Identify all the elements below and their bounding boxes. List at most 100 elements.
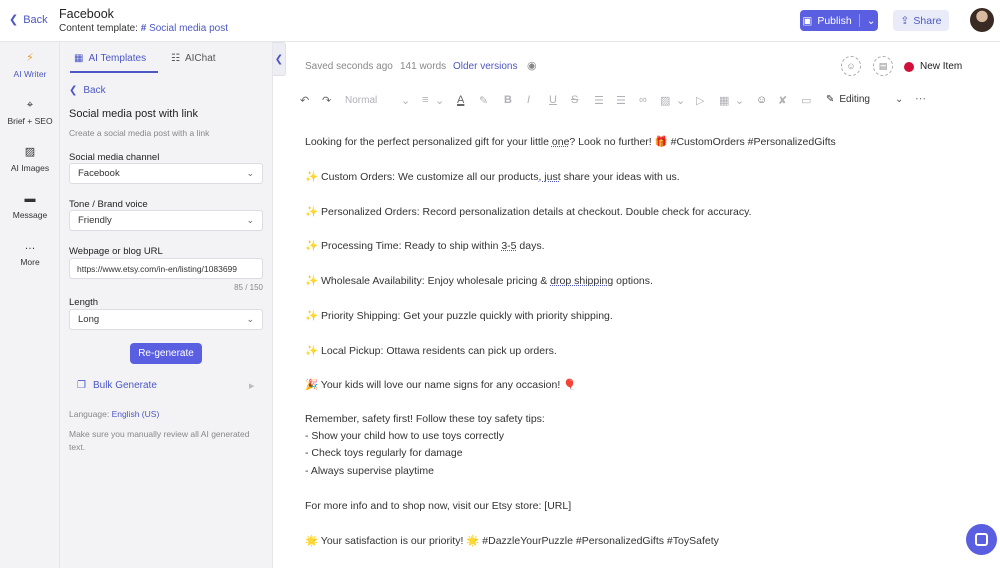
rail-item-ai-images[interactable]: ▨ AI Images [0, 146, 60, 173]
template-prefix: Content template: [59, 23, 138, 34]
review-note: Make sure you manually review all AI gen… [69, 429, 250, 452]
rail-item-label: Message [12, 210, 48, 220]
bulk-generate-link[interactable]: ❐ Bulk Generate [77, 380, 157, 391]
text-style-select[interactable]: Normal [345, 90, 377, 110]
tab-aichat[interactable]: ☷ AIChat [171, 53, 216, 64]
content-line: ✨ Wholesale Availability: Enjoy wholesal… [305, 274, 653, 287]
length-value: Long [78, 314, 100, 325]
tone-label: Tone / Brand voice [69, 199, 148, 210]
emoji-icon[interactable]: ☺ [756, 90, 767, 110]
publish-button[interactable]: ▣ Publish ⌄ [800, 10, 878, 31]
length-label: Length [69, 297, 99, 308]
table-icon[interactable]: ▦ [719, 90, 729, 110]
link-icon[interactable]: ∞ [639, 90, 647, 110]
underline-icon[interactable]: U [549, 90, 557, 110]
rail-item-ai-writer[interactable]: ⚡ AI Writer [0, 52, 60, 79]
comment-icon[interactable]: ▭ [801, 90, 811, 110]
text-color-icon[interactable]: A [457, 90, 464, 110]
back-label: Back [23, 13, 48, 26]
bullet-list-icon[interactable]: ☰ [594, 90, 604, 110]
collapse-panel-button[interactable]: ❮ [273, 42, 286, 76]
length-select[interactable]: Long ⌄ [69, 309, 263, 330]
content-line: 🌟 Your satisfaction is our priority! 🌟 #… [305, 535, 719, 547]
rail-item-more[interactable]: … More [0, 240, 60, 267]
chat-support-button[interactable] [966, 524, 997, 555]
tone-value: Friendly [78, 215, 112, 226]
regenerate-button[interactable]: Re-generate [130, 343, 202, 364]
tab-ai-templates[interactable]: ▦ AI Templates [74, 53, 146, 64]
share-button[interactable]: ⇪ Share [893, 10, 949, 31]
user-avatar[interactable] [970, 8, 994, 32]
align-icon[interactable]: ≡ [422, 90, 428, 110]
highlight-icon[interactable]: ✎ [479, 90, 488, 110]
content-text: ✨ Wholesale Availability: Enjoy wholesal… [305, 275, 551, 287]
template-link[interactable]: # Social media post [141, 23, 228, 34]
text-style-value: Normal [345, 94, 378, 106]
content-line: ✨ Processing Time: Ready to ship within … [305, 239, 545, 252]
italic-icon[interactable]: I [527, 90, 530, 110]
templates-icon: ▦ [74, 53, 84, 64]
image-icon[interactable]: ▨ [660, 90, 670, 110]
chat-icon [975, 533, 988, 546]
active-tab-underline [70, 71, 158, 73]
word-count: 141 words [400, 61, 447, 72]
clear-format-icon[interactable]: ✘ [778, 90, 787, 110]
language-prefix: Language: [69, 409, 110, 419]
content-line: For more info and to shop now, visit our… [305, 500, 572, 512]
chevron-down-icon[interactable]: ⌄ [676, 90, 685, 110]
left-rail: ⚡ AI Writer ⌖ Brief + SEO ▨ AI Images ▬ … [0, 42, 60, 568]
more-options-icon[interactable]: ⋯ [915, 92, 926, 105]
chevron-down-icon[interactable]: ⌄ [895, 94, 903, 105]
content-line: - Show your child how to use toys correc… [305, 430, 504, 442]
language-value[interactable]: English (US) [112, 409, 160, 419]
target-icon: ⌖ [26, 99, 34, 111]
rail-item-brief-seo[interactable]: ⌖ Brief + SEO [0, 99, 60, 126]
language-row: Language: English (US) [69, 409, 159, 419]
bold-icon[interactable]: B [504, 90, 512, 110]
spellcheck-word[interactable]: , just [538, 171, 560, 183]
panel-back-link[interactable]: ❮ Back [69, 85, 106, 96]
publish-icon: ▣ [802, 14, 813, 27]
chevron-down-icon: ⌄ [246, 215, 254, 225]
numbered-list-icon[interactable]: ☰ [616, 90, 626, 110]
spellcheck-word[interactable]: drop shipping [550, 275, 613, 287]
channel-select[interactable]: Facebook ⌄ [69, 163, 263, 184]
content-line: Looking for the perfect personalized gif… [305, 135, 836, 148]
redo-icon[interactable]: ↷ [322, 90, 331, 110]
spellcheck-word[interactable]: one [552, 136, 570, 148]
rail-item-label: AI Writer [13, 69, 47, 79]
rail-item-message[interactable]: ▬ Message [0, 193, 60, 220]
rail-item-label: AI Images [10, 163, 50, 173]
share-label: Share [913, 14, 942, 27]
chevron-down-icon[interactable]: ⌄ [867, 15, 876, 27]
template-description: Create a social media post with a link [69, 128, 210, 138]
panel-back-label: Back [83, 85, 106, 96]
content-line: - Check toys regularly for damage [305, 447, 463, 459]
strikethrough-icon[interactable]: S [571, 90, 578, 110]
calendar-icon[interactable]: ▤ [873, 56, 893, 76]
hash-icon: # [140, 23, 147, 34]
url-input[interactable] [69, 258, 263, 279]
content-line: ✨ Priority Shipping: Get your puzzle qui… [305, 310, 613, 322]
tone-select[interactable]: Friendly ⌄ [69, 210, 263, 231]
workflow-status[interactable]: New Item [920, 61, 962, 72]
chevron-left-icon: ❮ [9, 14, 19, 26]
undo-icon[interactable]: ↶ [300, 90, 309, 110]
older-versions-link[interactable]: Older versions [453, 61, 517, 72]
editing-mode-label: Editing [839, 94, 870, 105]
assign-user-icon[interactable]: ☺ [841, 56, 861, 76]
template-name: Social media post [149, 23, 228, 34]
spellcheck-word[interactable]: 3-5 [501, 240, 516, 252]
play-icon[interactable]: ▶ [249, 382, 254, 390]
rail-item-label: Brief + SEO [7, 116, 53, 126]
video-icon[interactable]: ▷ [696, 90, 704, 110]
editing-mode-select[interactable]: ✎ Editing [826, 94, 870, 105]
chevron-down-icon[interactable]: ⌄ [401, 90, 410, 110]
chevron-down-icon[interactable]: ⌄ [435, 90, 444, 110]
back-link[interactable]: ❮ Back [9, 13, 48, 27]
tab-label: AI Templates [88, 53, 147, 64]
content-text: ? Look no further! 🎁 #CustomOrders #Pers… [569, 136, 836, 148]
eye-icon[interactable]: ◉ [527, 59, 537, 72]
chevron-down-icon[interactable]: ⌄ [735, 90, 744, 110]
status-dot [904, 62, 914, 72]
